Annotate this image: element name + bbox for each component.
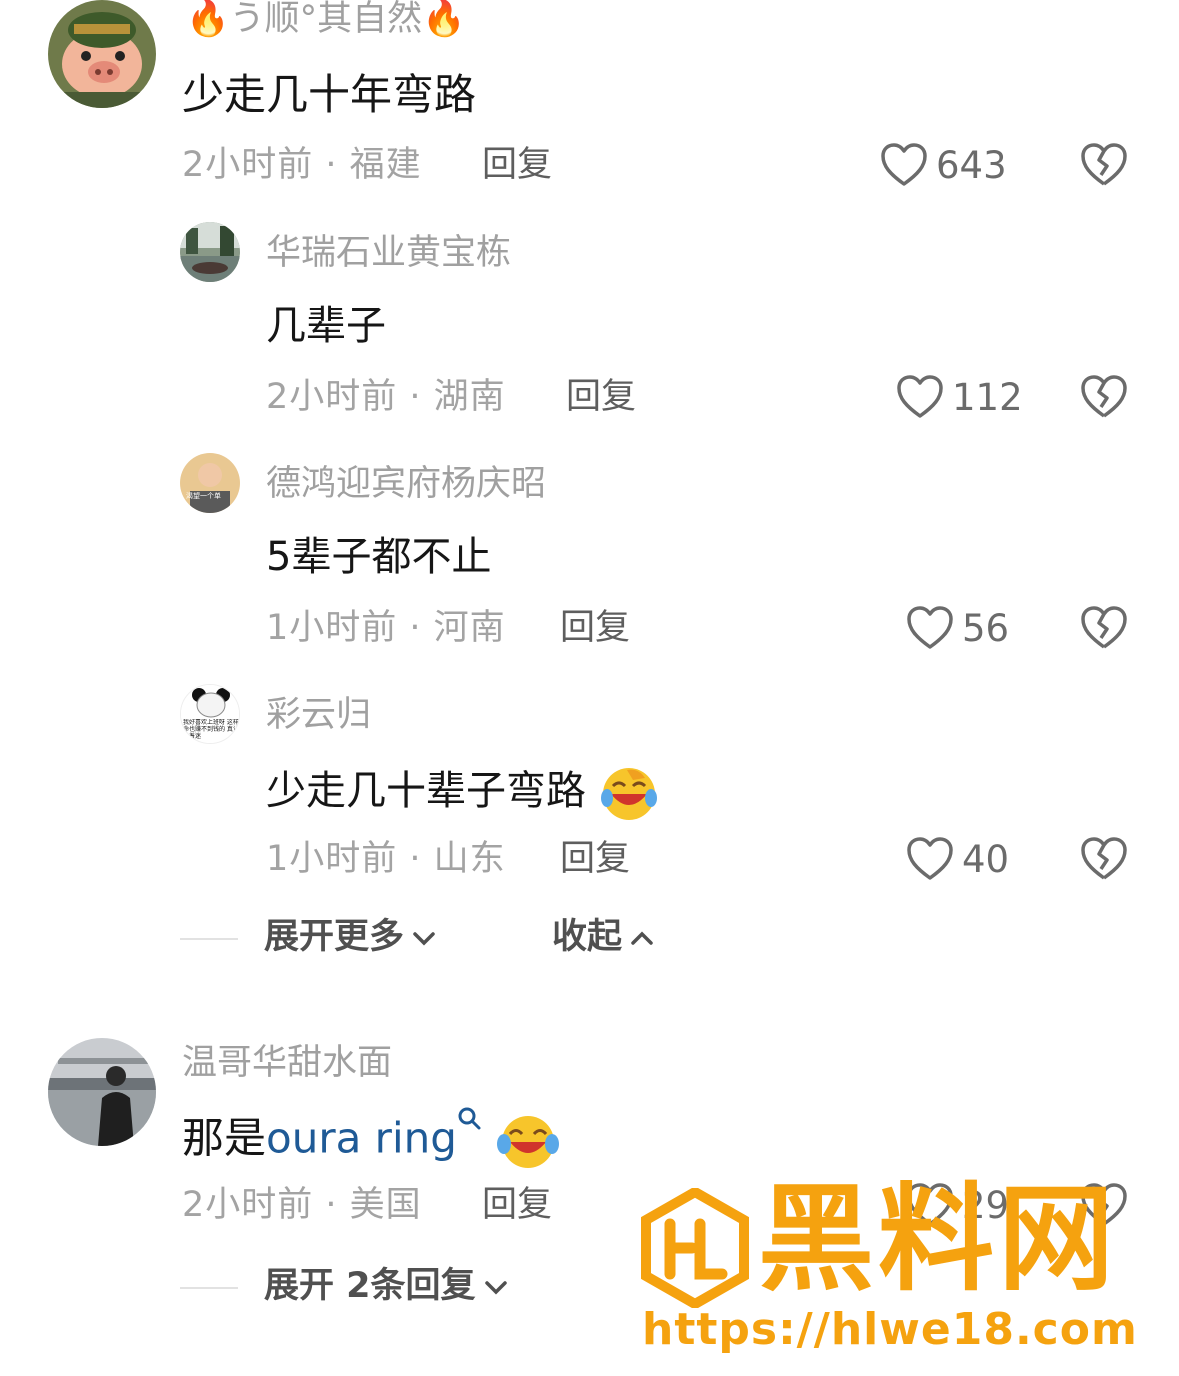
like-count: 56 <box>962 606 1010 650</box>
dislike-button[interactable] <box>1080 142 1128 192</box>
laughing-crying-emoji-icon <box>600 768 657 820</box>
search-link[interactable]: oura ring <box>266 1114 457 1163</box>
expand-more-button[interactable]: 展开更多 <box>264 920 438 955</box>
dislike-button[interactable] <box>1080 836 1128 886</box>
heart-icon <box>907 1183 953 1226</box>
chevron-down-icon <box>484 1280 507 1294</box>
collapse-button[interactable]: 收起 <box>552 920 656 955</box>
reply-meta: 1小时前 · 山东 <box>266 839 506 879</box>
fire-icon: 🔥 <box>186 0 230 39</box>
comment-username[interactable]: 温哥华甜水面 <box>182 1046 392 1081</box>
reply-meta: 1小时前 · 河南 <box>266 608 506 648</box>
expand-replies-button[interactable]: 展开 2条回复 <box>264 1269 510 1304</box>
reply-username[interactable]: 德鸿迎宾府杨庆昭 <box>266 467 546 502</box>
watermark-url: https://hlwe18.com <box>642 1304 1138 1355</box>
watermark-logo <box>641 1188 749 1308</box>
dislike-button[interactable] <box>1080 374 1128 424</box>
reply-username[interactable]: 彩云归 <box>266 698 371 733</box>
dislike-button[interactable] <box>1080 605 1128 655</box>
reply-text: 5辈子都不止 <box>266 534 492 580</box>
broken-heart-icon <box>1081 606 1127 649</box>
like-count: 29 <box>962 1183 1010 1227</box>
comment-meta: 2小时前 · 福建 <box>182 145 422 185</box>
divider <box>180 1287 238 1289</box>
user-avatar[interactable] <box>48 0 156 108</box>
reply-text: 少走几十辈子弯路 <box>266 764 659 822</box>
reply-button[interactable]: 回复 <box>560 611 630 646</box>
reply-button[interactable]: 回复 <box>482 1188 552 1223</box>
like-button[interactable]: 29 <box>906 1182 1009 1228</box>
like-count: 112 <box>952 375 1023 419</box>
reply-username[interactable]: 华瑞石业黄宝栋 <box>266 236 511 271</box>
like-button[interactable]: 643 <box>880 142 1007 188</box>
reply-button[interactable]: 回复 <box>566 380 636 415</box>
reply-meta: 2小时前 · 湖南 <box>266 377 506 417</box>
chevron-down-icon <box>413 931 435 945</box>
like-button[interactable]: 40 <box>906 836 1009 882</box>
dislike-button[interactable] <box>1080 1182 1128 1232</box>
user-avatar[interactable] <box>180 222 240 282</box>
like-count: 40 <box>962 837 1010 881</box>
tears-of-joy-emoji-icon <box>497 1116 560 1168</box>
divider <box>180 938 238 940</box>
comment-text: 少走几十年弯路 <box>182 70 477 119</box>
broken-heart-icon <box>1081 143 1127 186</box>
heart-icon <box>881 143 927 186</box>
comment-meta: 2小时前 · 美国 <box>182 1185 422 1225</box>
like-count: 643 <box>936 143 1007 187</box>
heart-icon <box>897 375 943 418</box>
chevron-up-icon <box>631 931 653 945</box>
user-avatar[interactable]: 渴望一个单 <box>180 453 240 513</box>
reply-text: 几辈子 <box>266 303 386 349</box>
user-avatar[interactable]: 我好喜欢上班呀 这样命也赚不到钱的 真让人着迷 <box>180 684 240 744</box>
comment-username[interactable]: 🔥う顺°其自然🔥 <box>186 2 466 37</box>
broken-heart-icon <box>1081 837 1127 880</box>
avatar-caption: 我好喜欢上班呀 这样命也赚不到钱的 真让人着迷 <box>183 719 239 740</box>
broken-heart-icon <box>1081 375 1127 418</box>
like-button[interactable]: 56 <box>906 605 1009 651</box>
user-avatar[interactable] <box>48 1038 156 1146</box>
reply-button[interactable]: 回复 <box>560 842 630 877</box>
broken-heart-icon <box>1081 1183 1127 1226</box>
comment-text: 那是oura ring <box>182 1107 560 1170</box>
heart-icon <box>907 837 953 880</box>
heart-icon <box>907 606 953 649</box>
search-icon[interactable] <box>457 1106 483 1132</box>
reply-button[interactable]: 回复 <box>482 148 552 183</box>
like-button[interactable]: 112 <box>896 374 1023 420</box>
avatar-caption: 渴望一个单 <box>186 492 221 500</box>
fire-icon: 🔥 <box>422 0 466 39</box>
